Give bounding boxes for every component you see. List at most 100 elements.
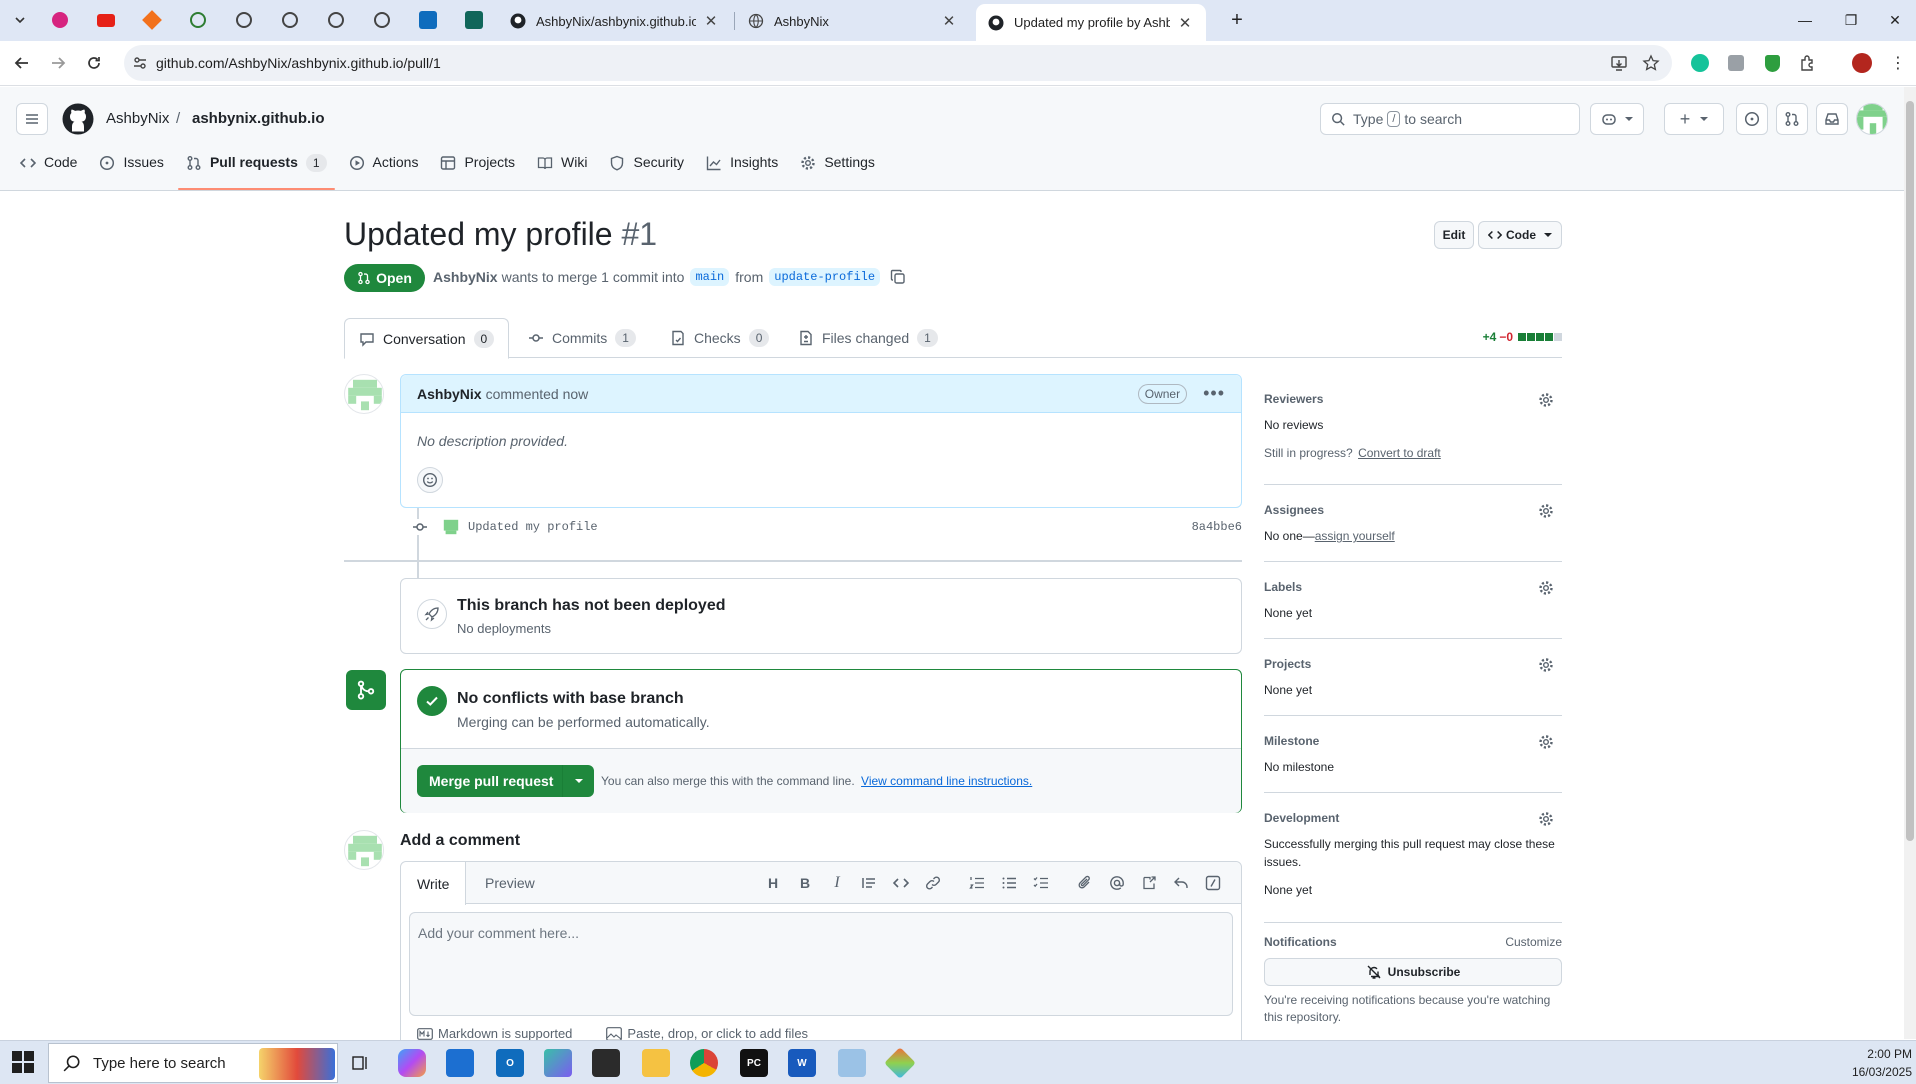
tab-preview[interactable]: Preview <box>469 862 551 904</box>
store-app-icon[interactable] <box>446 1049 474 1077</box>
teams-app-icon[interactable] <box>544 1049 572 1077</box>
comment-author[interactable]: AshbyNix <box>417 386 482 402</box>
task-view-icon[interactable] <box>346 1049 374 1077</box>
cross-reference-icon[interactable] <box>1139 873 1159 893</box>
new-tab-button[interactable]: + <box>1214 0 1260 40</box>
breadcrumb-repo[interactable]: ashbynix.github.io <box>192 110 325 127</box>
gear-icon[interactable] <box>1538 734 1554 750</box>
add-reaction-button[interactable] <box>417 467 443 493</box>
base-branch[interactable]: main <box>690 268 730 286</box>
gear-icon[interactable] <box>1538 503 1554 519</box>
repo-nav-pull-requests[interactable]: Pull requests 1 <box>177 150 335 190</box>
paint-app-icon[interactable] <box>838 1049 866 1077</box>
merge-pull-request-button[interactable]: Merge pull request <box>417 765 594 797</box>
edit-title-button[interactable]: Edit <box>1434 221 1474 249</box>
repo-nav-code[interactable]: Code <box>20 150 77 190</box>
repo-nav-settings[interactable]: Settings <box>800 150 875 190</box>
pinned-tab-1[interactable] <box>42 6 78 34</box>
comment-textarea[interactable]: Add your comment here... <box>409 912 1233 1016</box>
commit-sha[interactable]: 8a4bbe6 <box>1192 520 1242 534</box>
copilot-button[interactable] <box>1590 103 1644 135</box>
pinned-tab-outlook[interactable] <box>410 6 446 34</box>
bulleted-list-icon[interactable] <box>999 873 1019 893</box>
tab-search-button[interactable] <box>2 6 38 34</box>
quote-icon[interactable] <box>859 873 879 893</box>
app-icon[interactable] <box>884 1047 916 1079</box>
convert-to-draft-link[interactable]: Convert to draft <box>1358 446 1441 460</box>
pinned-tab-openai-1[interactable] <box>226 6 262 34</box>
commit-message[interactable]: Updated my profile <box>468 520 598 534</box>
close-icon[interactable]: ✕ <box>940 12 958 30</box>
word-app-icon[interactable]: W <box>788 1049 816 1077</box>
tab-conversation[interactable]: Conversation 0 <box>344 318 510 359</box>
extension-2[interactable] <box>1724 51 1748 75</box>
sidebar-heading[interactable]: Projects <box>1264 657 1562 671</box>
sidebar-heading[interactable]: Reviewers <box>1264 392 1562 406</box>
issues-button[interactable] <box>1736 103 1768 135</box>
close-icon[interactable]: ✕ <box>702 12 720 30</box>
sidebar-heading[interactable]: Labels <box>1264 580 1562 594</box>
grammarly-extension[interactable] <box>1688 51 1712 75</box>
forward-button[interactable] <box>42 47 74 79</box>
numbered-list-icon[interactable] <box>967 873 987 893</box>
chrome-app-icon[interactable] <box>690 1049 718 1077</box>
pinned-tab-6[interactable] <box>456 6 492 34</box>
slash-command-icon[interactable] <box>1203 873 1223 893</box>
repo-nav-security[interactable]: Security <box>609 150 684 190</box>
mention-icon[interactable] <box>1107 873 1127 893</box>
avatar[interactable] <box>344 374 384 414</box>
extension-shield[interactable] <box>1760 51 1784 75</box>
search-input[interactable]: Type / to search <box>1320 103 1580 135</box>
inbox-button[interactable] <box>1816 103 1848 135</box>
minecraft-app-icon[interactable] <box>592 1049 620 1077</box>
sidebar-heading[interactable]: Development <box>1264 811 1562 825</box>
copy-icon[interactable] <box>890 269 906 285</box>
pinned-tab-openai-3[interactable] <box>318 6 354 34</box>
markdown-hint[interactable]: Markdown is supported <box>417 1026 572 1041</box>
code-dropdown-button[interactable]: Code <box>1478 221 1562 249</box>
pinned-tab-3[interactable] <box>134 6 170 34</box>
repo-nav-wiki[interactable]: Wiki <box>537 150 587 190</box>
pr-author-link[interactable]: AshbyNix <box>433 269 498 285</box>
gear-icon[interactable] <box>1538 392 1554 408</box>
browser-menu[interactable]: ⋮ <box>1886 51 1910 75</box>
link-icon[interactable] <box>923 873 943 893</box>
comment-time[interactable]: commented now <box>486 386 589 402</box>
sidebar-heading[interactable]: Milestone <box>1264 734 1562 748</box>
tab-checks[interactable]: Checks 0 <box>670 318 770 358</box>
taskbar-search[interactable]: Type here to search <box>48 1043 338 1083</box>
tab-write[interactable]: Write <box>401 862 467 905</box>
restore-button[interactable]: ❐ <box>1828 0 1874 40</box>
avatar[interactable] <box>442 518 460 536</box>
avatar[interactable] <box>344 830 384 870</box>
windows-start-icon[interactable] <box>12 1051 34 1073</box>
pinned-tab-openai-4[interactable] <box>364 6 400 34</box>
breadcrumb-owner[interactable]: AshbyNix <box>106 110 169 127</box>
repo-nav-insights[interactable]: Insights <box>706 150 778 190</box>
reload-button[interactable] <box>78 47 110 79</box>
file-explorer-icon[interactable] <box>642 1049 670 1077</box>
reply-icon[interactable] <box>1171 873 1191 893</box>
user-avatar[interactable] <box>1856 103 1888 135</box>
command-line-instructions-link[interactable]: View command line instructions. <box>861 774 1032 788</box>
code-icon[interactable] <box>891 873 911 893</box>
heading-icon[interactable]: H <box>763 873 783 893</box>
head-branch[interactable]: update-profile <box>769 268 881 286</box>
attach-icon[interactable] <box>1075 873 1095 893</box>
italic-icon[interactable]: I <box>827 873 847 893</box>
close-icon[interactable]: ✕ <box>1176 14 1194 32</box>
browser-tab-repo[interactable]: AshbyNix/ashbynix.github.io ✕ <box>498 4 732 38</box>
assign-yourself-link[interactable]: assign yourself <box>1315 529 1395 543</box>
tab-files-changed[interactable]: Files changed 1 <box>798 318 938 358</box>
page-scrollbar[interactable] <box>1904 87 1916 1039</box>
pinned-tab-youtube[interactable] <box>88 6 124 34</box>
pinned-tab-openai-2[interactable] <box>272 6 308 34</box>
create-new-button[interactable]: + <box>1664 103 1724 135</box>
task-list-icon[interactable] <box>1031 873 1051 893</box>
outlook-app-icon[interactable]: O <box>496 1049 524 1077</box>
taskbar-clock[interactable]: 2:00 PM 16/03/2025 <box>1852 1045 1912 1081</box>
pinned-tab-4[interactable] <box>180 6 216 34</box>
install-app-icon[interactable] <box>1610 54 1628 72</box>
copilot-app-icon[interactable] <box>398 1049 426 1077</box>
gear-icon[interactable] <box>1538 657 1554 673</box>
